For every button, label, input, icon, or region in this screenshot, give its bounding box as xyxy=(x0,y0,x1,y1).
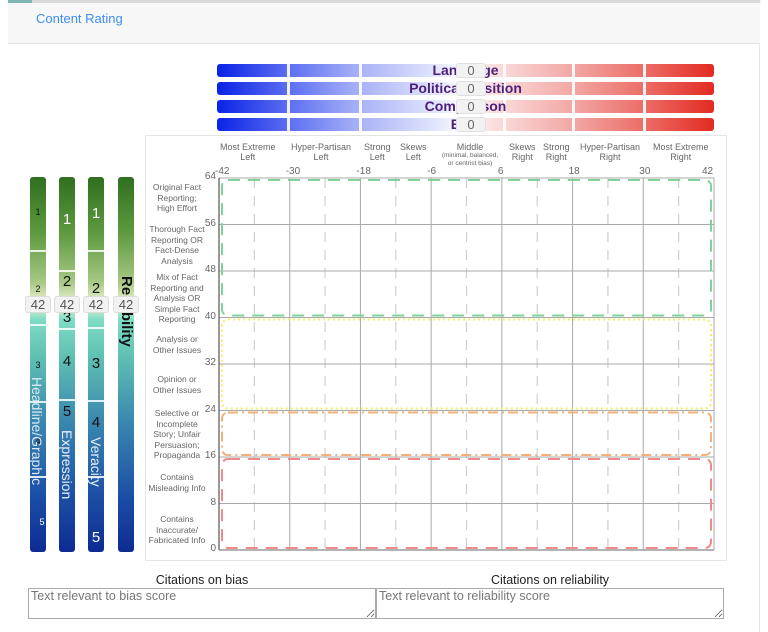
reliability-citations-label: Citations on reliability xyxy=(376,573,724,587)
bias-citations-label: Citations on bias xyxy=(28,573,376,587)
chart-plot xyxy=(0,0,768,632)
content-rating-page: Content Rating Language 0 Political Posi… xyxy=(0,0,768,632)
bias-citations-input[interactable] xyxy=(28,588,376,619)
reliability-citations-input[interactable] xyxy=(376,588,724,619)
